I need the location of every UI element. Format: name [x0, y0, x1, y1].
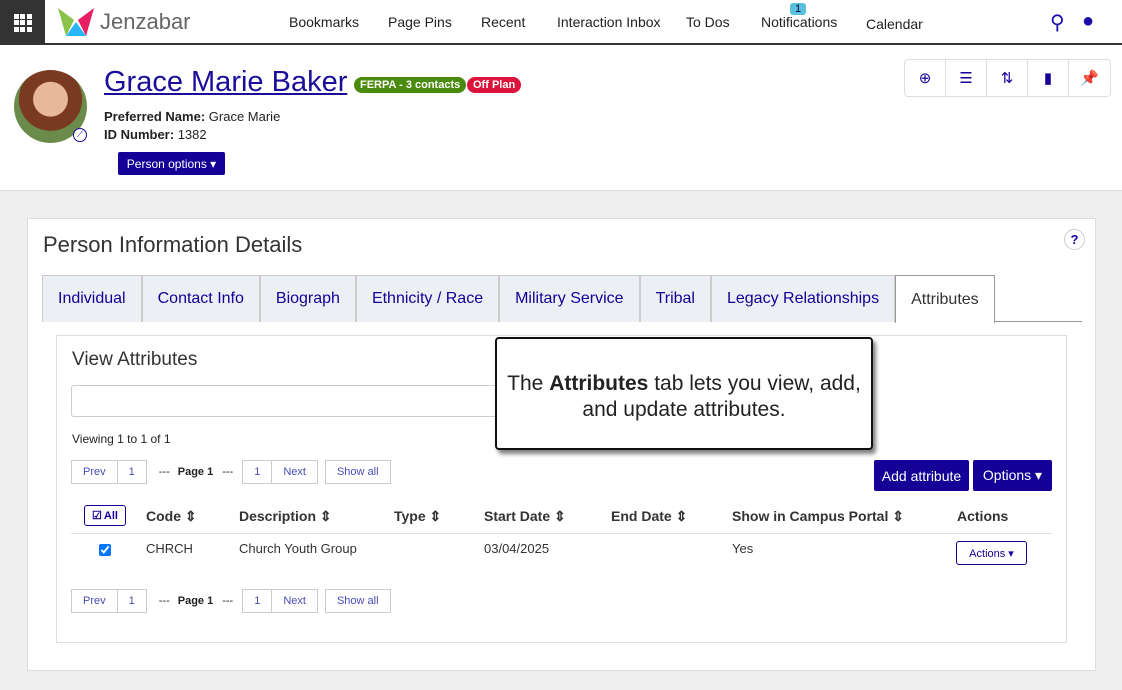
cell-description: Church Youth Group [239, 541, 357, 556]
filter-input[interactable] [71, 385, 511, 417]
grid-icon [13, 13, 32, 32]
divider [71, 533, 1052, 534]
options-button[interactable]: Options ▾ [973, 460, 1052, 491]
sort-icon: ⇕ [319, 508, 332, 524]
user-icon[interactable]: ● [1082, 10, 1094, 33]
compare-icon[interactable]: ⇅ [987, 60, 1028, 96]
tab-ethnicity-race[interactable]: Ethnicity / Race [355, 275, 500, 322]
nav-todos[interactable]: To Dos [686, 0, 730, 43]
preferred-name: Grace Marie [208, 109, 281, 124]
tutorial-callout: The Attributes tab lets you view, add, a… [495, 337, 873, 450]
page-first[interactable]: 1 [117, 589, 147, 613]
col-start-date[interactable]: Start Date ⇕ [484, 508, 566, 525]
col-label: Type [394, 508, 426, 524]
row-checkbox[interactable] [99, 544, 111, 556]
ellipsis: --- [222, 595, 234, 607]
person-options-button[interactable]: Person options ▾ [118, 152, 225, 175]
ellipsis: --- [222, 466, 234, 478]
ellipsis: --- [158, 595, 170, 607]
row-actions-button[interactable]: Actions ▾ [956, 541, 1027, 565]
add-attribute-button[interactable]: Add attribute [874, 460, 969, 491]
tab-tribal[interactable]: Tribal [639, 275, 711, 322]
nav-interaction-inbox[interactable]: Interaction Inbox [557, 0, 661, 43]
tab-biograph[interactable]: Biograph [259, 275, 356, 322]
page-label: Page 1 [177, 466, 214, 478]
cell-start-date: 03/04/2025 [484, 541, 550, 556]
nav-bookmarks[interactable]: Bookmarks [289, 0, 359, 43]
next-button[interactable]: Next [272, 589, 318, 613]
nav-page-pins[interactable]: Page Pins [388, 0, 452, 43]
id-number: 1382 [177, 127, 207, 142]
pager-top: Prev 1 --- Page 1 --- 1 Next Show all [71, 460, 391, 484]
nav-calendar[interactable]: Calendar [866, 2, 923, 45]
top-nav: Jenzabar Bookmarks Page Pins Recent Inte… [0, 0, 1122, 45]
bookmark-icon[interactable]: ▮ [1028, 60, 1069, 96]
list-icon[interactable]: ☰ [946, 60, 987, 96]
tab-contact-info[interactable]: Contact Info [141, 275, 260, 322]
tab-legacy-relationships[interactable]: Legacy Relationships [710, 275, 896, 322]
prev-button[interactable]: Prev [71, 460, 118, 484]
tab-bar: Individual Contact Info Biograph Ethnici… [42, 275, 1082, 323]
col-type[interactable]: Type ⇕ [394, 508, 441, 525]
page-title: Person Information Details [43, 232, 303, 257]
butterfly-icon [58, 8, 94, 36]
tab-military-service[interactable]: Military Service [499, 275, 640, 322]
col-portal[interactable]: Show in Campus Portal ⇕ [732, 508, 904, 525]
ferpa-badge[interactable]: FERPA - 3 contacts [354, 77, 467, 93]
tab-individual[interactable]: Individual [42, 275, 142, 322]
page-last[interactable]: 1 [242, 460, 273, 484]
sort-icon: ⇕ [554, 508, 566, 524]
callout-text: The [507, 372, 550, 395]
edit-photo-icon[interactable]: ⟋ [73, 128, 87, 142]
col-code[interactable]: Code ⇕ [146, 508, 197, 525]
nav-recent[interactable]: Recent [481, 0, 525, 43]
add-interaction-icon[interactable]: ⊕ [905, 60, 946, 96]
col-label: Start Date [484, 508, 551, 524]
search-icon[interactable]: ⚲ [1050, 10, 1065, 35]
pin-icon[interactable]: 📌 [1069, 60, 1110, 96]
cell-code: CHRCH [146, 541, 193, 556]
page-first[interactable]: 1 [117, 460, 147, 484]
logo[interactable]: Jenzabar [56, 6, 191, 38]
col-actions: Actions [957, 508, 1009, 524]
pager-bottom: Prev 1 --- Page 1 --- 1 Next Show all [71, 589, 391, 613]
id-label: ID Number: [104, 127, 175, 142]
viewing-count: Viewing 1 to 1 of 1 [72, 432, 171, 446]
show-all-button[interactable]: Show all [324, 589, 391, 613]
sort-icon: ⇕ [675, 508, 688, 524]
col-end-date[interactable]: End Date ⇕ [611, 508, 687, 525]
col-label: Description [239, 508, 317, 524]
page-last[interactable]: 1 [242, 589, 273, 613]
col-label: Code [146, 508, 181, 524]
section-title: View Attributes [72, 349, 198, 370]
app-grid-button[interactable] [0, 0, 45, 45]
select-all-button[interactable]: ☑ All [84, 505, 126, 526]
next-button[interactable]: Next [272, 460, 318, 484]
sort-icon: ⇕ [429, 508, 442, 524]
person-name[interactable]: Grace Marie Baker [104, 66, 347, 99]
tab-attributes[interactable]: Attributes [895, 275, 995, 323]
cell-portal: Yes [732, 541, 754, 556]
col-description[interactable]: Description ⇕ [239, 508, 332, 525]
sort-icon: ⇕ [184, 508, 197, 524]
plan-badge[interactable]: Off Plan [467, 77, 522, 93]
show-all-button[interactable]: Show all [324, 460, 391, 484]
ellipsis: --- [158, 466, 170, 478]
preferred-label: Preferred Name: [104, 109, 206, 124]
notification-badge: 1 [790, 3, 807, 15]
action-toolbar: ⊕ ☰ ⇅ ▮ 📌 [904, 59, 1111, 97]
page-label: Page 1 [177, 595, 214, 607]
col-label: Show in Campus Portal [732, 508, 889, 524]
help-button[interactable]: ? [1064, 229, 1085, 250]
select-all-label: All [103, 509, 118, 522]
col-label: End Date [611, 508, 672, 524]
checkbox-icon: ☑ [92, 510, 102, 522]
sort-icon: ⇕ [892, 508, 904, 524]
prev-button[interactable]: Prev [71, 589, 118, 613]
callout-bold: Attributes [549, 372, 649, 395]
